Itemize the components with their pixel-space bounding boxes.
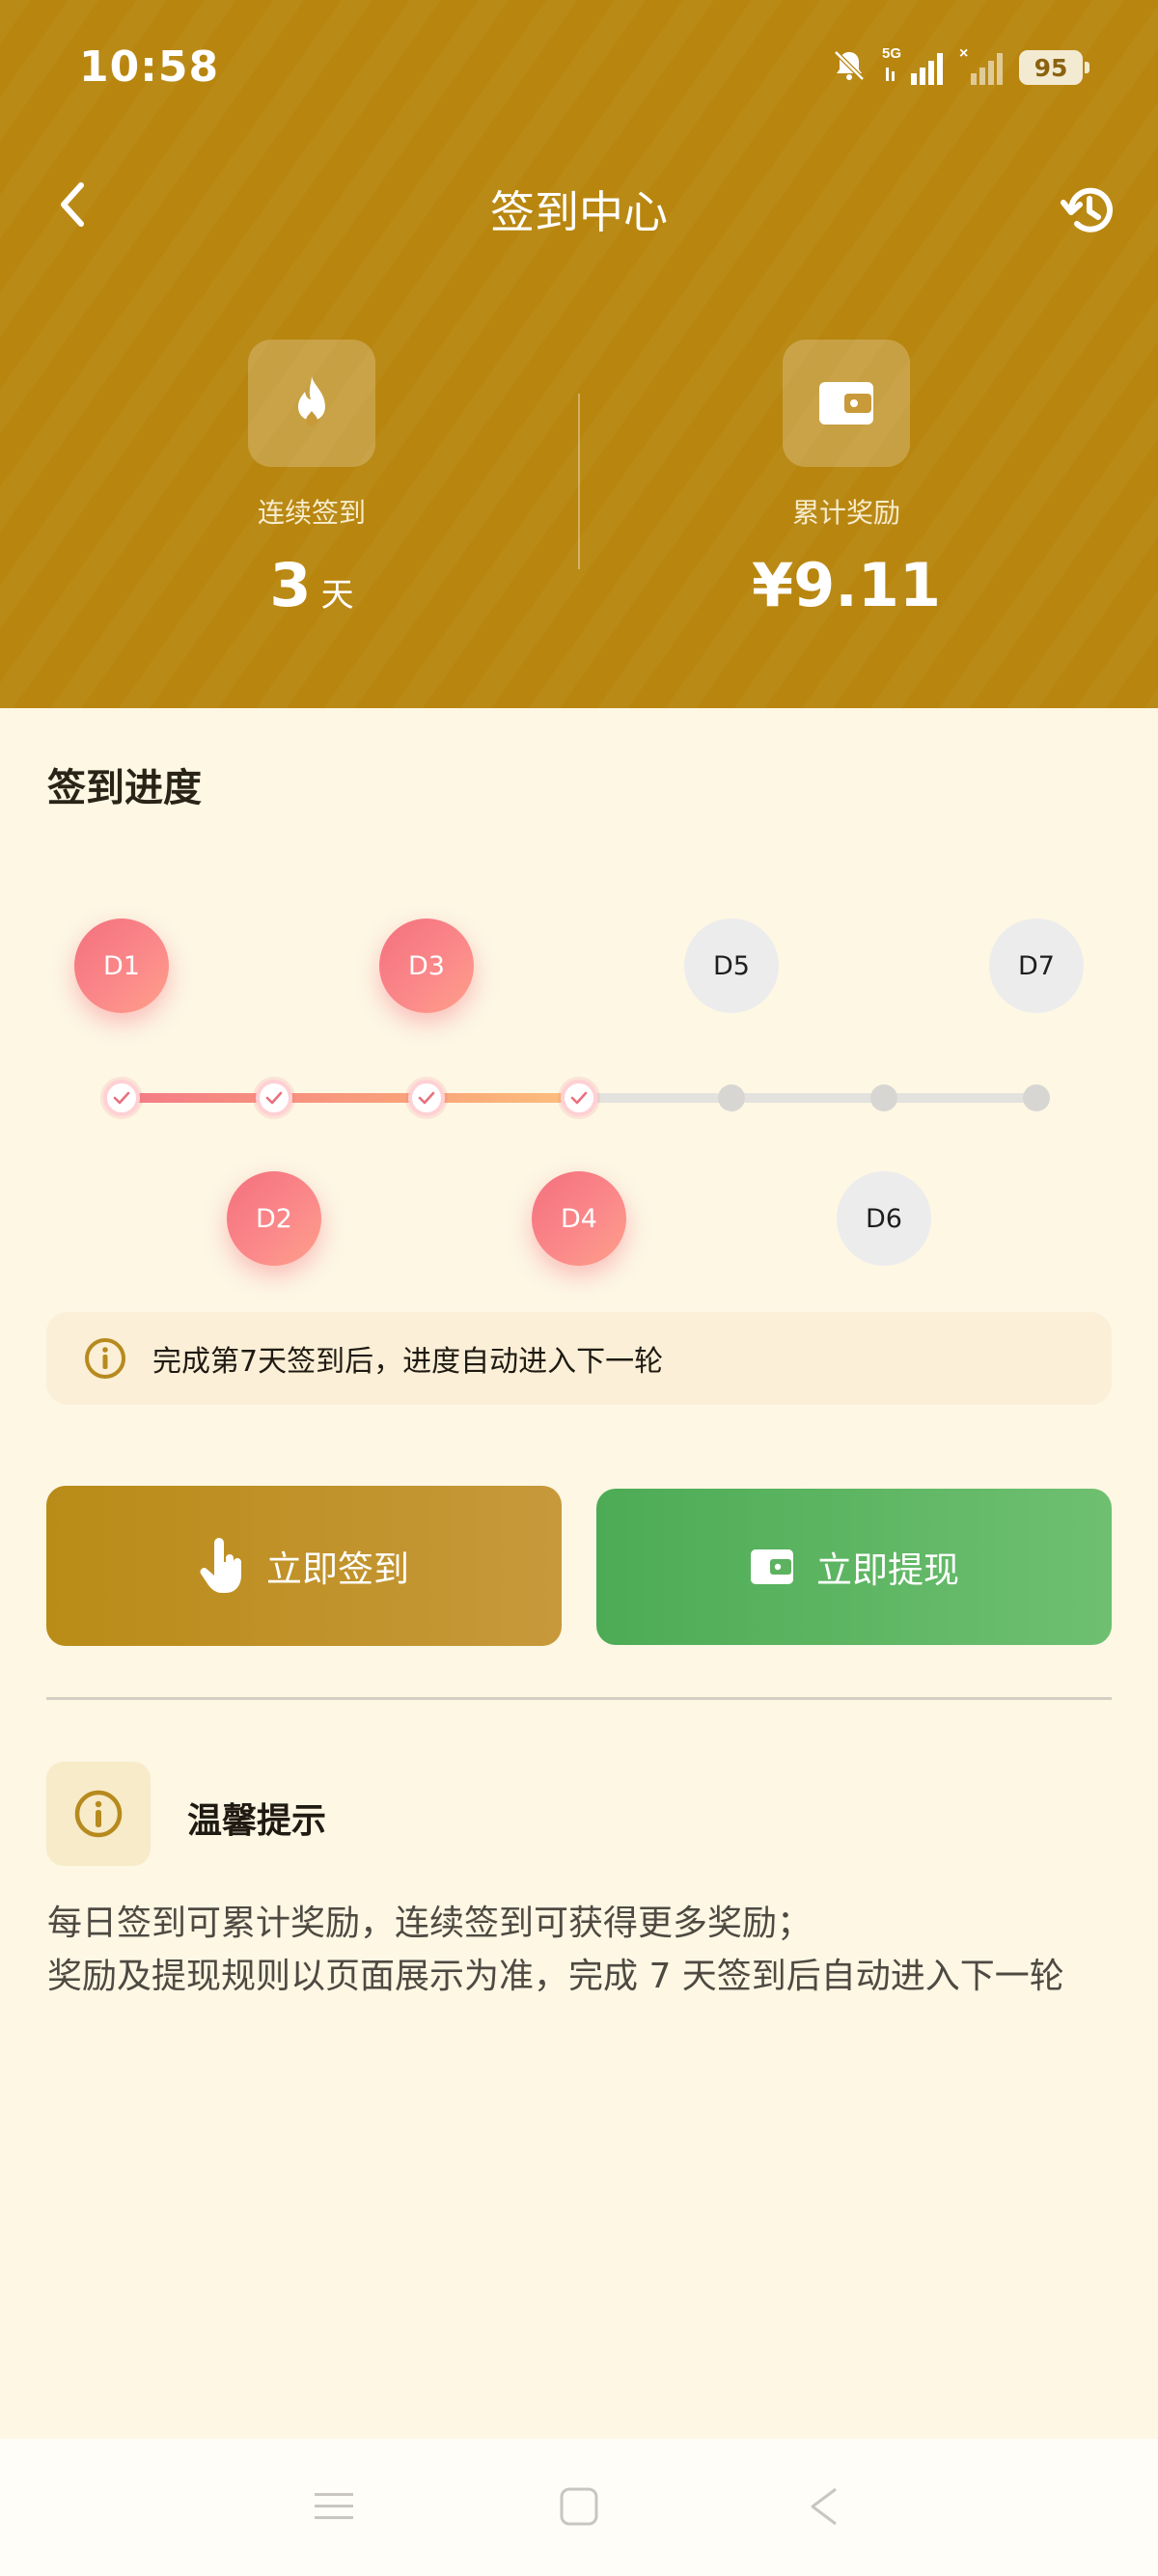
status-icons: 5G × 95	[830, 44, 1089, 91]
notice-line-2: 奖励及提现规则以页面展示为准，完成 7 天签到后自动进入下一轮	[47, 1957, 1064, 1996]
check-icon	[418, 1091, 435, 1105]
streak-number: 3	[269, 550, 312, 620]
progress-node-d4	[561, 1080, 597, 1116]
section-divider	[46, 1697, 1112, 1700]
day-bubble-d2: D2	[227, 1171, 321, 1266]
progress-node-d1	[103, 1080, 140, 1116]
history-button[interactable]	[1054, 176, 1123, 245]
progress-title: 签到进度	[47, 766, 202, 810]
day-bubble-d7: D7	[989, 918, 1084, 1013]
reward-stat: 累计奖励 ¥9.11	[702, 340, 991, 620]
hand-pointer-icon	[200, 1538, 241, 1593]
day-bubble-d4: D4	[532, 1171, 626, 1266]
signal-x-icon: ×	[959, 44, 1006, 91]
withdraw-label: 立即提现	[816, 1549, 959, 1591]
mute-bell-icon	[830, 46, 868, 89]
progress-tip: 完成第7天签到后，进度自动进入下一轮	[46, 1312, 1112, 1405]
check-icon	[570, 1091, 588, 1105]
menu-nav-button[interactable]	[311, 2483, 357, 2530]
day-bubble-d3: D3	[379, 918, 474, 1013]
battery-indicator: 95	[1019, 50, 1089, 85]
check-icon	[265, 1091, 283, 1105]
header: 10:58 5G × 95 签到中心 连续签到 3天 累计奖励 ¥9.11	[0, 0, 1158, 708]
reward-icon-box	[783, 340, 910, 467]
progress-node-d2	[256, 1080, 292, 1116]
track-fill	[122, 1093, 579, 1103]
notice-line-1: 每日签到可累计奖励，连续签到可获得更多奖励；	[47, 1904, 813, 1943]
withdraw-button[interactable]: 立即提现	[596, 1489, 1112, 1645]
progress-node-d3	[408, 1080, 445, 1116]
history-icon	[1061, 187, 1113, 233]
info-icon	[85, 1338, 125, 1379]
wallet-icon	[751, 1549, 793, 1584]
day-bubble-d6: D6	[837, 1171, 931, 1266]
streak-label: 连续签到	[257, 497, 366, 529]
streak-value: 3天	[167, 550, 456, 620]
wallet-icon	[819, 382, 873, 425]
progress-node-d5	[718, 1084, 745, 1111]
page-title: 签到中心	[490, 186, 668, 238]
signin-label: 立即签到	[266, 1548, 409, 1590]
flame-icon	[298, 376, 325, 426]
stats-divider	[578, 394, 580, 569]
notice-icon-box	[46, 1762, 151, 1866]
info-icon	[74, 1790, 123, 1838]
menu-icon	[315, 2493, 353, 2519]
svg-text:5G: 5G	[882, 45, 901, 62]
progress-node-d6	[870, 1084, 897, 1111]
home-nav-button[interactable]	[556, 2483, 602, 2530]
notice-text: 每日签到可累计奖励，连续签到可获得更多奖励； 奖励及提现规则以页面展示为准，完成…	[47, 1897, 1118, 2003]
signal-5g-icon: 5G	[882, 44, 946, 91]
status-time: 10:58	[79, 42, 220, 92]
progress-tip-text: 完成第7天签到后，进度自动进入下一轮	[152, 1345, 664, 1379]
back-nav-button[interactable]	[801, 2483, 847, 2530]
svg-text:×: ×	[959, 45, 968, 62]
streak-icon-box	[248, 340, 375, 467]
progress-track: D1 D2 D3 D4 D5 D6 D7	[0, 868, 1158, 1283]
notice-title: 温馨提示	[187, 1801, 327, 1841]
day-bubble-d5: D5	[684, 918, 779, 1013]
progress-node-d7	[1023, 1084, 1050, 1111]
signin-button[interactable]: 立即签到	[46, 1486, 562, 1646]
triangle-back-icon	[811, 2487, 837, 2526]
day-bubble-d1: D1	[74, 918, 169, 1013]
home-square-icon	[560, 2487, 598, 2526]
reward-value: ¥9.11	[751, 550, 942, 620]
check-icon	[113, 1091, 130, 1105]
reward-label: 累计奖励	[791, 497, 900, 529]
streak-stat: 连续签到 3天	[167, 340, 456, 620]
streak-unit: 天	[320, 576, 354, 615]
